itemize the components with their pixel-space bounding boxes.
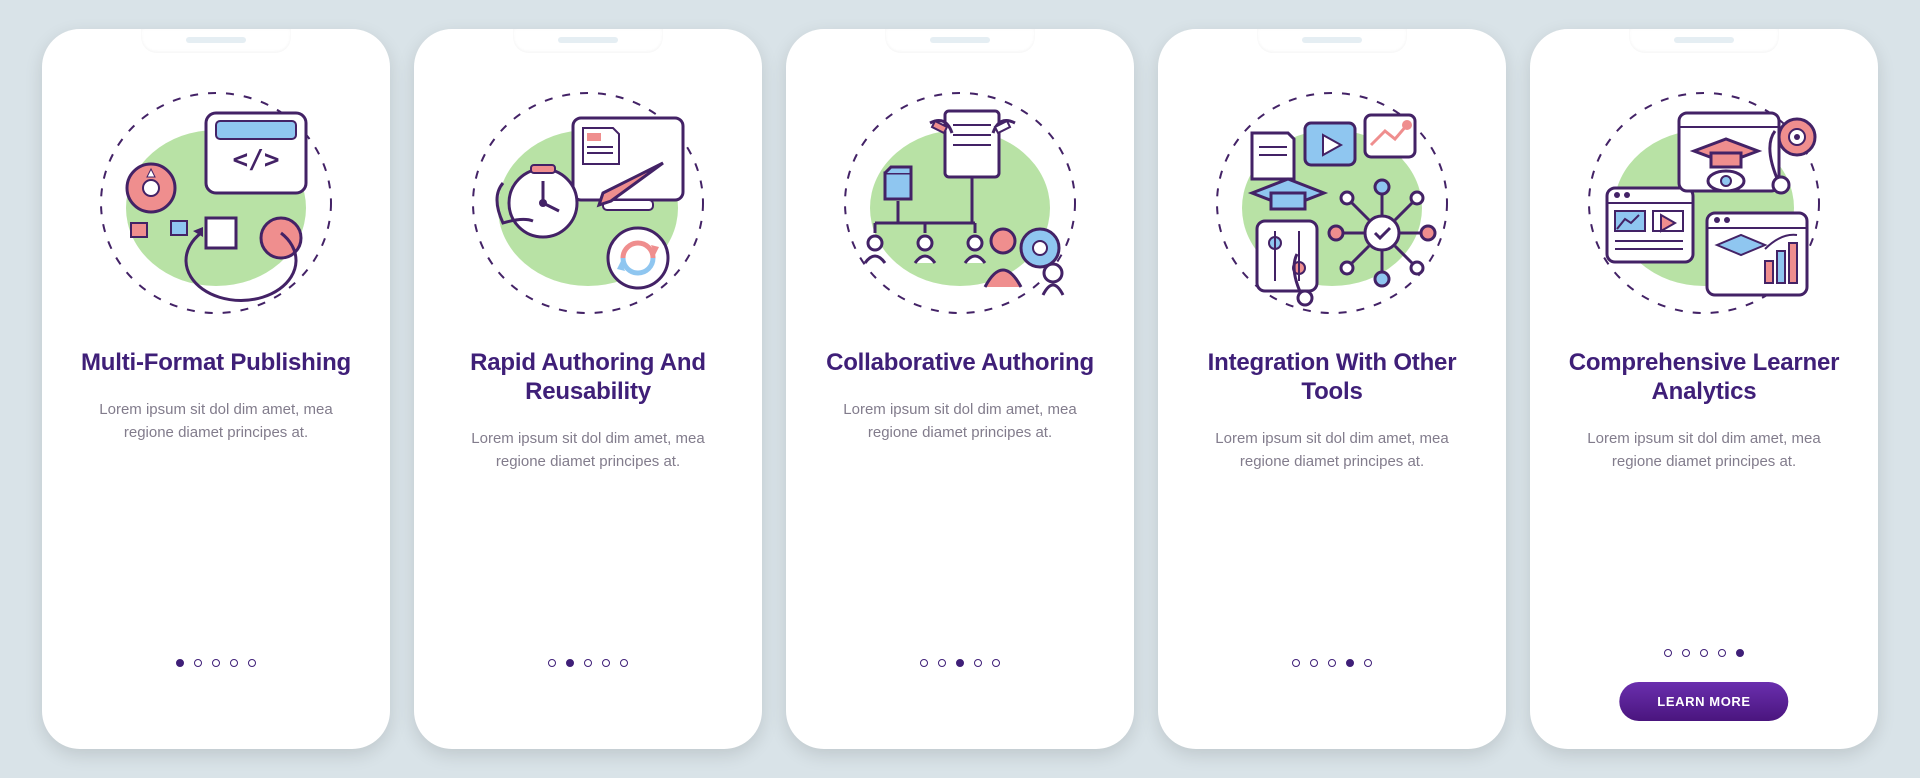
pagination-dot[interactable] <box>1682 649 1690 657</box>
learn-more-button[interactable]: LEARN MORE <box>1619 682 1788 721</box>
pagination-dots <box>920 659 1000 667</box>
phone-notch <box>1629 29 1779 53</box>
pagination-dot[interactable] <box>920 659 928 667</box>
phone-notch <box>141 29 291 53</box>
pagination-dot[interactable] <box>1718 649 1726 657</box>
comprehensive-learner-analytics-icon <box>1579 73 1829 323</box>
multi-format-publishing-icon: </> <box>91 73 341 323</box>
card-body: Lorem ipsum sit dol dim amet, mea region… <box>830 398 1090 445</box>
pagination-dot[interactable] <box>194 659 202 667</box>
collaborative-authoring-icon <box>835 73 1085 323</box>
phone-card: Comprehensive Learner Analytics Lorem ip… <box>1530 29 1878 749</box>
pagination-dots <box>1664 649 1744 657</box>
pagination-dot[interactable] <box>584 659 592 667</box>
pagination-dot[interactable] <box>602 659 610 667</box>
card-title: Rapid Authoring And Reusability <box>442 349 734 407</box>
pagination-dot[interactable] <box>212 659 220 667</box>
card-body: Lorem ipsum sit dol dim amet, mea region… <box>1202 427 1462 474</box>
pagination-dot[interactable] <box>1292 659 1300 667</box>
card-body: Lorem ipsum sit dol dim amet, mea region… <box>86 398 346 445</box>
phone-card: Rapid Authoring And Reusability Lorem ip… <box>414 29 762 749</box>
pagination-dot[interactable] <box>1664 649 1672 657</box>
phone-notch <box>1257 29 1407 53</box>
card-body: Lorem ipsum sit dol dim amet, mea region… <box>458 427 718 474</box>
card-body: Lorem ipsum sit dol dim amet, mea region… <box>1574 427 1834 474</box>
pagination-dot[interactable] <box>992 659 1000 667</box>
pagination-dot[interactable] <box>956 659 964 667</box>
pagination-dot[interactable] <box>1736 649 1744 657</box>
pagination-dot[interactable] <box>1364 659 1372 667</box>
pagination-dot[interactable] <box>938 659 946 667</box>
svg-text:</>: </> <box>233 145 280 175</box>
phone-card: Integration With Other Tools Lorem ipsum… <box>1158 29 1506 749</box>
pagination-dot[interactable] <box>1328 659 1336 667</box>
pagination-dots <box>176 659 256 667</box>
phone-notch <box>885 29 1035 53</box>
card-title: Comprehensive Learner Analytics <box>1558 349 1850 407</box>
pagination-dot[interactable] <box>248 659 256 667</box>
pagination-dot[interactable] <box>1346 659 1354 667</box>
pagination-dot[interactable] <box>230 659 238 667</box>
card-title: Multi-Format Publishing <box>81 349 351 378</box>
pagination-dot[interactable] <box>548 659 556 667</box>
pagination-dots <box>548 659 628 667</box>
pagination-dots <box>1292 659 1372 667</box>
integration-other-tools-icon <box>1207 73 1457 323</box>
phone-card: </> Multi-Format Publishing Lorem ipsum … <box>42 29 390 749</box>
card-title: Integration With Other Tools <box>1186 349 1478 407</box>
pagination-dot[interactable] <box>566 659 574 667</box>
phone-card: Collaborative Authoring Lorem ipsum sit … <box>786 29 1134 749</box>
rapid-authoring-reusability-icon <box>463 73 713 323</box>
pagination-dot[interactable] <box>1310 659 1318 667</box>
phone-card-row: </> Multi-Format Publishing Lorem ipsum … <box>42 29 1878 749</box>
pagination-dot[interactable] <box>176 659 184 667</box>
pagination-dot[interactable] <box>1700 649 1708 657</box>
pagination-dot[interactable] <box>974 659 982 667</box>
card-title: Collaborative Authoring <box>826 349 1094 378</box>
pagination-dot[interactable] <box>620 659 628 667</box>
phone-notch <box>513 29 663 53</box>
